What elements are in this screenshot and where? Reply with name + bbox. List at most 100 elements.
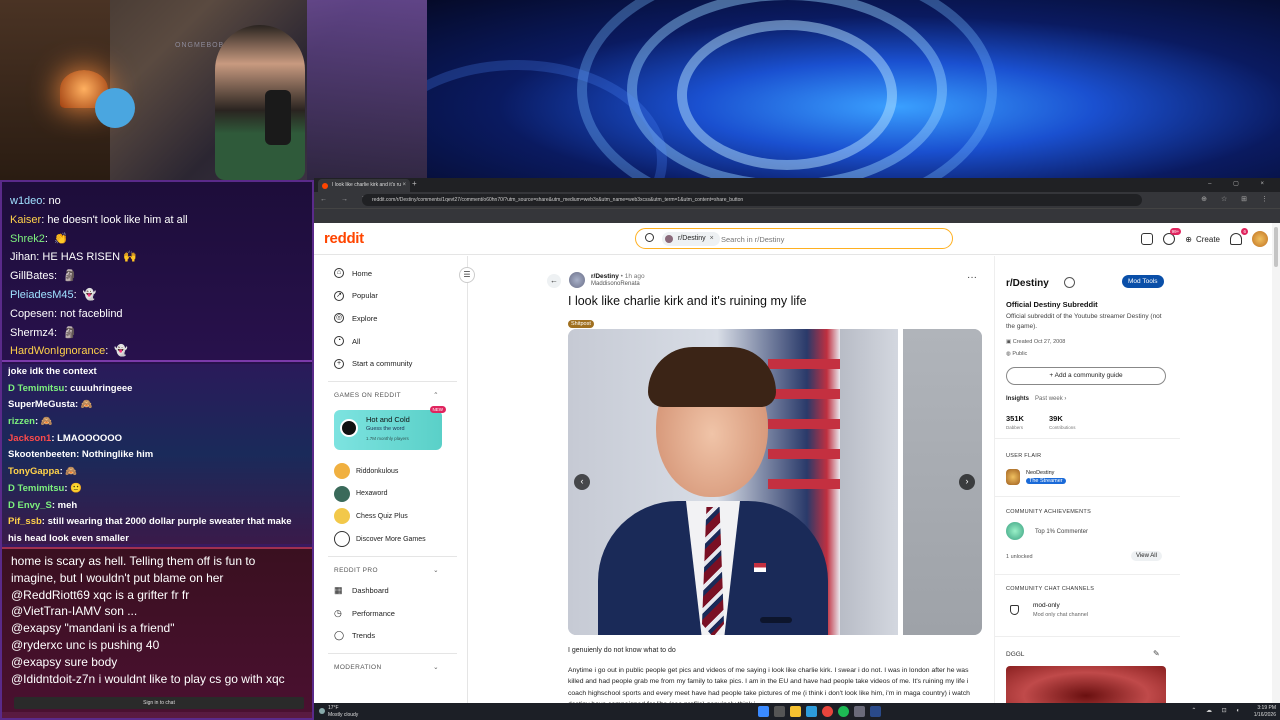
chat-username[interactable]: rizzen (8, 416, 35, 427)
achievements-unlocked: 1 unlocked (1006, 554, 1033, 560)
gear-icon[interactable] (1064, 277, 1075, 288)
insights-header[interactable]: Insights Past week › (1006, 396, 1066, 402)
chat-username[interactable]: Pif_ssb (8, 516, 42, 527)
edge-icon[interactable] (806, 706, 817, 717)
weather-widget[interactable]: 17°F Mostly cloudy (319, 705, 358, 718)
search-input[interactable] (721, 231, 941, 247)
chat-username[interactable]: Skootenbeeten (8, 449, 76, 460)
post-flair[interactable]: Shitpost (568, 320, 594, 328)
chat-username[interactable]: D Temimitsu (8, 483, 64, 494)
pro-item-dashboard[interactable]: ▦ Dashboard (334, 579, 467, 602)
chat-username[interactable]: D Temimitsu (8, 383, 64, 394)
game-item[interactable]: Chess Quiz Plus (334, 505, 467, 528)
post-more-icon[interactable]: ··· (967, 272, 977, 283)
game-item[interactable]: Hexaword (334, 483, 467, 506)
dggl-banner-image[interactable] (1006, 666, 1166, 703)
chat-username[interactable]: SuperMeGusta (8, 399, 75, 410)
spotify-icon[interactable] (838, 706, 849, 717)
games-section-title: GAMES ON REDDIT (334, 391, 402, 399)
browser-tab[interactable]: I look like charlie kirk and it's ru × (318, 179, 410, 192)
chat-username[interactable]: Copesen (10, 308, 54, 320)
search-scope-chip[interactable]: r/Destiny × (662, 232, 720, 246)
chat-username[interactable]: TonyGappa (8, 466, 60, 477)
tab-close-icon[interactable]: × (402, 179, 406, 192)
advertise-icon[interactable] (1141, 233, 1154, 245)
steam-icon[interactable] (870, 706, 881, 717)
chat-message: D Temimitsu: 🙂 (8, 481, 306, 498)
nav-item-home[interactable]: ⌂ Home (334, 262, 467, 285)
chat-username[interactable]: GillBates (10, 270, 54, 282)
scroll-thumb[interactable] (1274, 227, 1278, 267)
notifications-icon[interactable]: 6 (1230, 228, 1248, 245)
channel-name[interactable]: mod-only (1033, 602, 1060, 609)
user-avatar[interactable] (1252, 231, 1268, 247)
chevron-down-icon: ⌄ (433, 664, 439, 672)
start-icon[interactable] (758, 706, 769, 717)
nav-item-explore[interactable]: ◎ Explore (334, 307, 467, 330)
chat-icon[interactable]: 99+ (1163, 228, 1182, 245)
reddit-logo[interactable]: reddit (324, 230, 364, 247)
new-tab-button[interactable]: + (412, 179, 417, 188)
search-bar[interactable]: r/Destiny × (635, 228, 953, 249)
insights-period[interactable]: Past week › (1035, 396, 1066, 402)
pro-item-performance[interactable]: ◷ Performance (334, 602, 467, 625)
pro-section-header[interactable]: REDDIT PRO ⌄ (334, 563, 467, 579)
moderation-section-header[interactable]: MODERATION ⌄ (334, 660, 467, 676)
chat-username[interactable]: Jihan (10, 251, 36, 263)
nav-item-all[interactable]: ◔ All (334, 330, 467, 353)
flair-tag[interactable]: The Streamer (1026, 478, 1066, 484)
stream-chat: w1deo: no Kaiser: he doesn't look like hi… (0, 180, 314, 720)
pro-item-trends[interactable]: ◯ Trends (334, 625, 467, 648)
back-button[interactable]: ← (547, 274, 561, 288)
create-button[interactable]: ⊕ Create (1185, 235, 1220, 244)
chat-username[interactable]: HardWonIgnorance (10, 345, 105, 357)
cake-icon: ▣ (1006, 339, 1013, 345)
games-section-header[interactable]: GAMES ON REDDIT ⌃ (334, 388, 467, 404)
featured-game-card[interactable]: NEW Hot and Cold Guess the word 1.7M mon… (334, 405, 446, 450)
app-icon[interactable] (854, 706, 865, 717)
chat-message: @exapsy sure body (11, 654, 118, 669)
post-image-carousel[interactable]: ‹ › (568, 329, 982, 635)
url-field[interactable]: reddit.com/r/Destiny/comments/1qevt27/co… (362, 194, 1142, 206)
subreddit-avatar[interactable] (569, 272, 585, 288)
system-tray[interactable]: ⌃ ☁ ⊡ ◐ (1191, 707, 1244, 714)
chat-signin-button[interactable]: Sign in to chat (14, 697, 304, 709)
chrome-icon[interactable] (822, 706, 833, 717)
carousel-prev-button[interactable]: ‹ (574, 474, 590, 490)
chat-message: Skootenbeeten: Nothinglike him (8, 447, 306, 464)
plus-icon: ⊕ (1185, 234, 1192, 244)
stat-value: 39K (1049, 414, 1063, 423)
nav-item-popular[interactable]: ↗ Popular (334, 285, 467, 308)
post-subreddit[interactable]: r/Destiny • 1h ago (591, 273, 645, 280)
window-controls[interactable]: – ▢ × (1208, 180, 1274, 187)
chat-username[interactable]: Shrek2 (10, 233, 45, 245)
nav-item-start-a-community[interactable]: + Start a community (334, 352, 467, 375)
view-all-button[interactable]: View All (1131, 551, 1162, 561)
page-scrollbar[interactable] (1272, 223, 1280, 703)
chat-username[interactable]: D Envy_S (8, 500, 52, 511)
pencil-icon[interactable]: ✎ (1153, 649, 1160, 658)
clock[interactable]: 3:19 PM 1/16/2026 (1254, 705, 1276, 718)
post-subreddit-name[interactable]: r/Destiny (591, 273, 619, 280)
divider (995, 496, 1180, 497)
chat-text: Nothinglike him (81, 449, 154, 461)
chat-message: home is scary as hell. Telling them off … (11, 554, 256, 568)
chat-username[interactable]: Kaiser (10, 214, 41, 226)
search-icon[interactable] (774, 706, 785, 717)
game-item[interactable]: Discover More Games (334, 528, 467, 551)
chat-username[interactable]: Jackson1 (8, 433, 51, 444)
chat-message: joke idk the context (8, 364, 306, 381)
post-author[interactable]: MaddisonoRenata (591, 281, 640, 287)
chat-username[interactable]: Shermz4 (10, 327, 54, 339)
mod-tools-button[interactable]: Mod Tools (1122, 275, 1164, 288)
file-explorer-icon[interactable] (790, 706, 801, 717)
chip-close-icon[interactable]: × (710, 235, 714, 242)
carousel-next-button[interactable]: › (959, 474, 975, 490)
webcam-plush (95, 88, 135, 128)
chat-username[interactable]: PleiadesM45 (10, 289, 74, 301)
extension-icons[interactable]: ⊕ ☆ ⊞ ⋮ (1201, 195, 1274, 203)
game-item[interactable]: Riddonkulous (334, 460, 467, 483)
add-community-guide-button[interactable]: + Add a community guide (1006, 367, 1166, 385)
chat-username[interactable]: w1deo (10, 195, 42, 207)
collapse-sidebar-button[interactable]: ☰ (459, 267, 475, 283)
